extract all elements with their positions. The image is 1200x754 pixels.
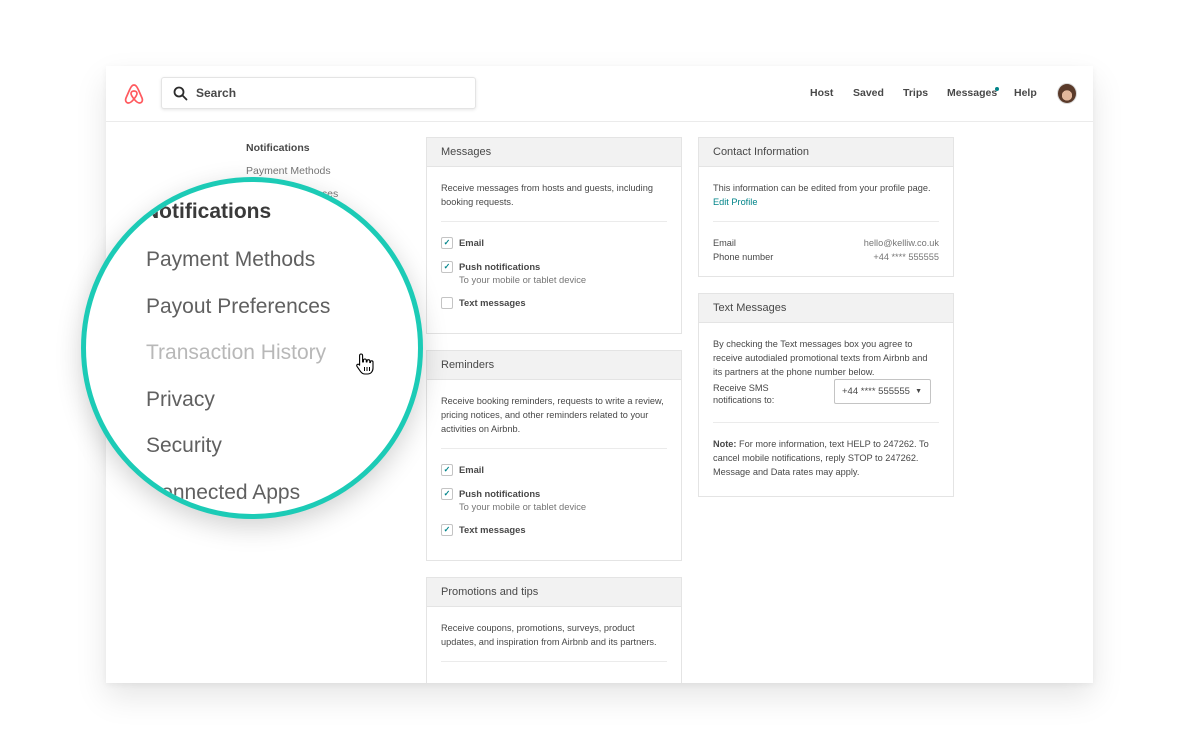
sms-label: Receive SMS notifications to:	[713, 383, 775, 405]
checkbox-checked[interactable]: ✓	[441, 261, 453, 273]
magnified-item-notifications[interactable]: Notifications	[144, 200, 271, 224]
panel-title: Promotions and tips	[427, 578, 681, 607]
note-text: Note: For more information, text HELP to…	[713, 439, 929, 477]
contact-information-panel: Contact Information This information can…	[698, 137, 954, 277]
messages-panel: Messages Receive messages from hosts and…	[426, 137, 682, 334]
option-push-notifications[interactable]: ✓ Push notifications To your mobile or t…	[441, 487, 667, 513]
phone-row: Phone number +44 **** 555555	[713, 252, 939, 262]
divider	[713, 221, 939, 222]
email-value: hello@kelliw.co.uk	[863, 238, 939, 248]
option-text-messages[interactable]: ✓ Text messages	[441, 523, 667, 537]
sidebar-item-payment-methods[interactable]: Payment Methods	[246, 165, 331, 177]
nav-saved[interactable]: Saved	[853, 87, 884, 99]
airbnb-logo-icon[interactable]	[123, 82, 145, 106]
avatar[interactable]	[1057, 83, 1077, 104]
option-push-notifications[interactable]: ✓ Push notifications To your mobile or t…	[441, 260, 667, 286]
magnified-item-connected-apps[interactable]: Connected Apps	[146, 481, 300, 505]
sms-phone-select[interactable]: +44 **** 555555 ▼	[834, 379, 931, 404]
panel-title: Messages	[427, 138, 681, 167]
phone-value: +44 **** 555555	[873, 252, 939, 262]
magnified-item-payment-methods[interactable]: Payment Methods	[146, 248, 315, 272]
magnified-item-privacy[interactable]: Privacy	[146, 388, 215, 412]
edit-profile-link[interactable]: Edit Profile	[713, 197, 757, 207]
nav-help[interactable]: Help	[1014, 87, 1037, 99]
panel-description: This information can be edited from your…	[713, 183, 931, 207]
panel-description: Receive coupons, promotions, surveys, pr…	[441, 623, 657, 647]
panel-description: By checking the Text messages box you ag…	[713, 339, 928, 377]
hand-pointer-cursor-icon	[356, 353, 374, 375]
option-text-messages[interactable]: Text messages	[441, 296, 667, 310]
checkbox-checked[interactable]: ✓	[441, 488, 453, 500]
panel-title: Reminders	[427, 351, 681, 380]
promotions-panel: Promotions and tips Receive coupons, pro…	[426, 577, 682, 683]
panel-title: Text Messages	[699, 294, 953, 323]
email-row: Email hello@kelliw.co.uk	[713, 238, 939, 248]
divider	[713, 422, 939, 423]
checkbox-checked[interactable]: ✓	[441, 524, 453, 536]
panel-title: Contact Information	[699, 138, 953, 167]
option-email[interactable]: ✓ Email	[441, 236, 667, 250]
panel-description: Receive messages from hosts and guests, …	[441, 183, 653, 207]
magnified-item-transaction-history[interactable]: Transaction History	[146, 341, 326, 365]
magnified-item-security[interactable]: Security	[146, 434, 222, 458]
sidebar-item-notifications[interactable]: Notifications	[246, 142, 310, 154]
sms-row: Receive SMS notifications to: +44 **** 5…	[713, 379, 939, 410]
top-navigation-bar: Host Saved Trips Messages Help	[106, 66, 1093, 122]
search-box[interactable]	[161, 77, 476, 109]
divider	[441, 661, 667, 662]
checkbox-checked[interactable]: ✓	[441, 464, 453, 476]
nav-messages[interactable]: Messages	[947, 87, 997, 99]
search-input[interactable]	[196, 82, 466, 104]
checkbox-unchecked[interactable]	[441, 297, 453, 309]
magnified-item-payout-preferences[interactable]: Payout Preferences	[146, 295, 330, 319]
caret-down-icon: ▼	[915, 388, 922, 395]
text-messages-panel: Text Messages By checking the Text messa…	[698, 293, 954, 497]
unread-dot-icon	[995, 87, 999, 91]
panel-description: Receive booking reminders, requests to w…	[441, 396, 664, 434]
divider	[441, 221, 667, 222]
checkbox-checked[interactable]: ✓	[441, 237, 453, 249]
nav-trips[interactable]: Trips	[903, 87, 928, 99]
nav-host[interactable]: Host	[810, 87, 833, 99]
option-email[interactable]: ✓ Email	[441, 463, 667, 477]
search-icon	[173, 86, 188, 101]
magnifier-callout: Notifications Payment Methods Payout Pre…	[81, 177, 423, 519]
reminders-panel: Reminders Receive booking reminders, req…	[426, 350, 682, 561]
divider	[441, 448, 667, 449]
